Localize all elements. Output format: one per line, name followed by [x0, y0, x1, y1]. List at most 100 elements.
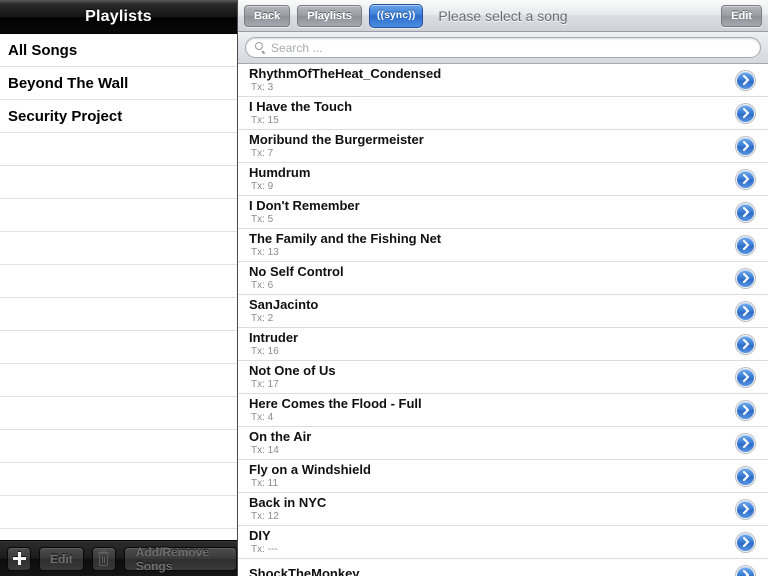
song-text: SanJacinto Tx: 2: [249, 298, 736, 324]
disclosure-chevron-right-icon[interactable]: [736, 334, 755, 354]
sync-label: ((sync)): [376, 10, 416, 21]
disclosure-chevron-right-icon[interactable]: [736, 169, 755, 189]
song-row[interactable]: Fly on a Windshield Tx: 11: [238, 460, 768, 493]
song-text: ShockTheMonkey: [249, 567, 736, 576]
add-remove-songs-button[interactable]: Add/Remove Songs: [123, 545, 237, 573]
disclosure-chevron-right-icon[interactable]: [736, 499, 755, 519]
playlist-row-label: All Songs: [8, 41, 78, 59]
song-row[interactable]: Not One of Us Tx: 17: [238, 361, 768, 394]
song-title: DIY: [249, 528, 271, 543]
search-icon: [255, 42, 266, 54]
playlist-list[interactable]: All Songs Beyond The Wall Security Project: [0, 34, 237, 540]
song-title: I Have the Touch: [249, 99, 353, 114]
song-row[interactable]: Moribund the Burgermeister Tx: 7: [238, 130, 768, 163]
search-bar: Search ...: [238, 32, 768, 64]
back-button[interactable]: Back: [244, 4, 291, 27]
playlists-sidebar: Playlists All Songs Beyond The Wall Securi…: [0, 0, 238, 576]
song-text: No Self Control Tx: 6: [249, 265, 736, 291]
disclosure-chevron-right-icon[interactable]: [736, 70, 755, 90]
disclosure-chevron-right-icon[interactable]: [736, 235, 755, 255]
song-title: ShockTheMonkey: [249, 567, 360, 576]
disclosure-chevron-right-icon[interactable]: [736, 202, 755, 222]
edit-playlist-button[interactable]: Edit: [39, 546, 84, 571]
disclosure-chevron-right-icon[interactable]: [736, 103, 755, 123]
disclosure-chevron-right-icon[interactable]: [736, 532, 755, 552]
song-row[interactable]: I Have the Touch Tx: 15: [238, 97, 768, 130]
playlist-row-empty: [0, 463, 237, 496]
search-input[interactable]: Search ...: [245, 37, 761, 58]
song-row[interactable]: I Don't Remember Tx: 5: [238, 196, 768, 229]
song-list[interactable]: RhythmOfTheHeat_Condensed Tx: 3 I Have the…: [238, 64, 768, 576]
song-subtitle: Tx: 9: [251, 180, 274, 192]
playlist-row-empty: [0, 133, 237, 166]
edit-button-label: Edit: [731, 9, 752, 22]
playlist-row-empty: [0, 265, 237, 298]
song-title: The Family and the Fishing Net: [249, 231, 442, 246]
playlists-button[interactable]: Playlists: [297, 4, 362, 27]
song-row[interactable]: ShockTheMonkey: [238, 559, 768, 576]
song-subtitle: Tx: 17: [251, 378, 279, 390]
song-row[interactable]: On the Air Tx: 14: [238, 427, 768, 460]
main-panel: Back Playlists ((sync)) Please select a …: [238, 0, 768, 576]
song-row[interactable]: RhythmOfTheHeat_Condensed Tx: 3: [238, 64, 768, 97]
playlist-row-empty: [0, 397, 237, 430]
song-subtitle: Tx: 6: [251, 279, 274, 291]
song-title: Fly on a Windshield: [249, 462, 371, 477]
song-title: Intruder: [249, 330, 299, 345]
song-title: Back in NYC: [249, 495, 327, 510]
song-text: Here Comes the Flood - Full Tx: 4: [249, 397, 736, 423]
sync-button[interactable]: ((sync)): [368, 3, 424, 28]
back-label: Back: [254, 9, 281, 22]
disclosure-chevron-right-icon[interactable]: [736, 268, 755, 288]
song-subtitle: Tx: 2: [251, 312, 274, 324]
song-text: I Don't Remember Tx: 5: [249, 199, 736, 225]
trash-icon: [98, 549, 110, 566]
disclosure-chevron-right-icon[interactable]: [736, 136, 755, 156]
playlist-row-empty: [0, 496, 237, 529]
playlist-row[interactable]: All Songs: [0, 34, 237, 67]
song-subtitle: Tx: 7: [251, 147, 274, 159]
song-row[interactable]: The Family and the Fishing Net Tx: 13: [238, 229, 768, 262]
edit-button[interactable]: Edit: [721, 4, 762, 27]
playlist-row-label: Security Project: [8, 107, 123, 125]
song-title: On the Air: [249, 429, 312, 444]
playlist-row-label: Beyond The Wall: [8, 74, 129, 92]
song-row[interactable]: DIY Tx: ---: [238, 526, 768, 559]
disclosure-chevron-right-icon[interactable]: [736, 565, 755, 576]
add-playlist-button[interactable]: [7, 546, 32, 571]
search-placeholder: Search ...: [271, 40, 323, 55]
song-row[interactable]: Intruder Tx: 16: [238, 328, 768, 361]
disclosure-chevron-right-icon[interactable]: [736, 400, 755, 420]
song-text: RhythmOfTheHeat_Condensed Tx: 3: [249, 67, 736, 93]
edit-button-wrap: Edit: [721, 4, 762, 27]
song-title: Moribund the Burgermeister: [249, 132, 424, 147]
song-text: DIY Tx: ---: [249, 529, 736, 555]
song-title: SanJacinto: [249, 297, 319, 312]
disclosure-chevron-right-icon[interactable]: [736, 466, 755, 486]
song-row[interactable]: No Self Control Tx: 6: [238, 262, 768, 295]
sidebar-title: Playlists: [85, 7, 152, 25]
song-title: Not One of Us: [249, 363, 336, 378]
playlist-row-empty: [0, 166, 237, 199]
song-row[interactable]: Back in NYC Tx: 12: [238, 493, 768, 526]
song-subtitle: Tx: 3: [251, 81, 274, 93]
disclosure-chevron-right-icon[interactable]: [736, 433, 755, 453]
playlist-row-empty: [0, 232, 237, 265]
song-subtitle: Tx: 13: [251, 246, 279, 258]
edit-playlist-label: Edit: [50, 551, 73, 566]
song-title: Here Comes the Flood - Full: [249, 396, 422, 411]
top-toolbar: Back Playlists ((sync)) Please select a …: [238, 0, 768, 32]
song-row[interactable]: SanJacinto Tx: 2: [238, 295, 768, 328]
playlist-row[interactable]: Security Project: [0, 100, 237, 133]
sidebar-header: Playlists: [0, 0, 237, 34]
disclosure-chevron-right-icon[interactable]: [736, 301, 755, 321]
song-subtitle: Tx: 5: [251, 213, 274, 225]
playlist-row[interactable]: Beyond The Wall: [0, 67, 237, 100]
song-text: On the Air Tx: 14: [249, 430, 736, 456]
song-row[interactable]: Humdrum Tx: 9: [238, 163, 768, 196]
disclosure-chevron-right-icon[interactable]: [736, 367, 755, 387]
song-row[interactable]: Here Comes the Flood - Full Tx: 4: [238, 394, 768, 427]
playlist-row-empty: [0, 331, 237, 364]
delete-playlist-button[interactable]: [91, 546, 116, 571]
song-title: No Self Control: [249, 264, 344, 279]
